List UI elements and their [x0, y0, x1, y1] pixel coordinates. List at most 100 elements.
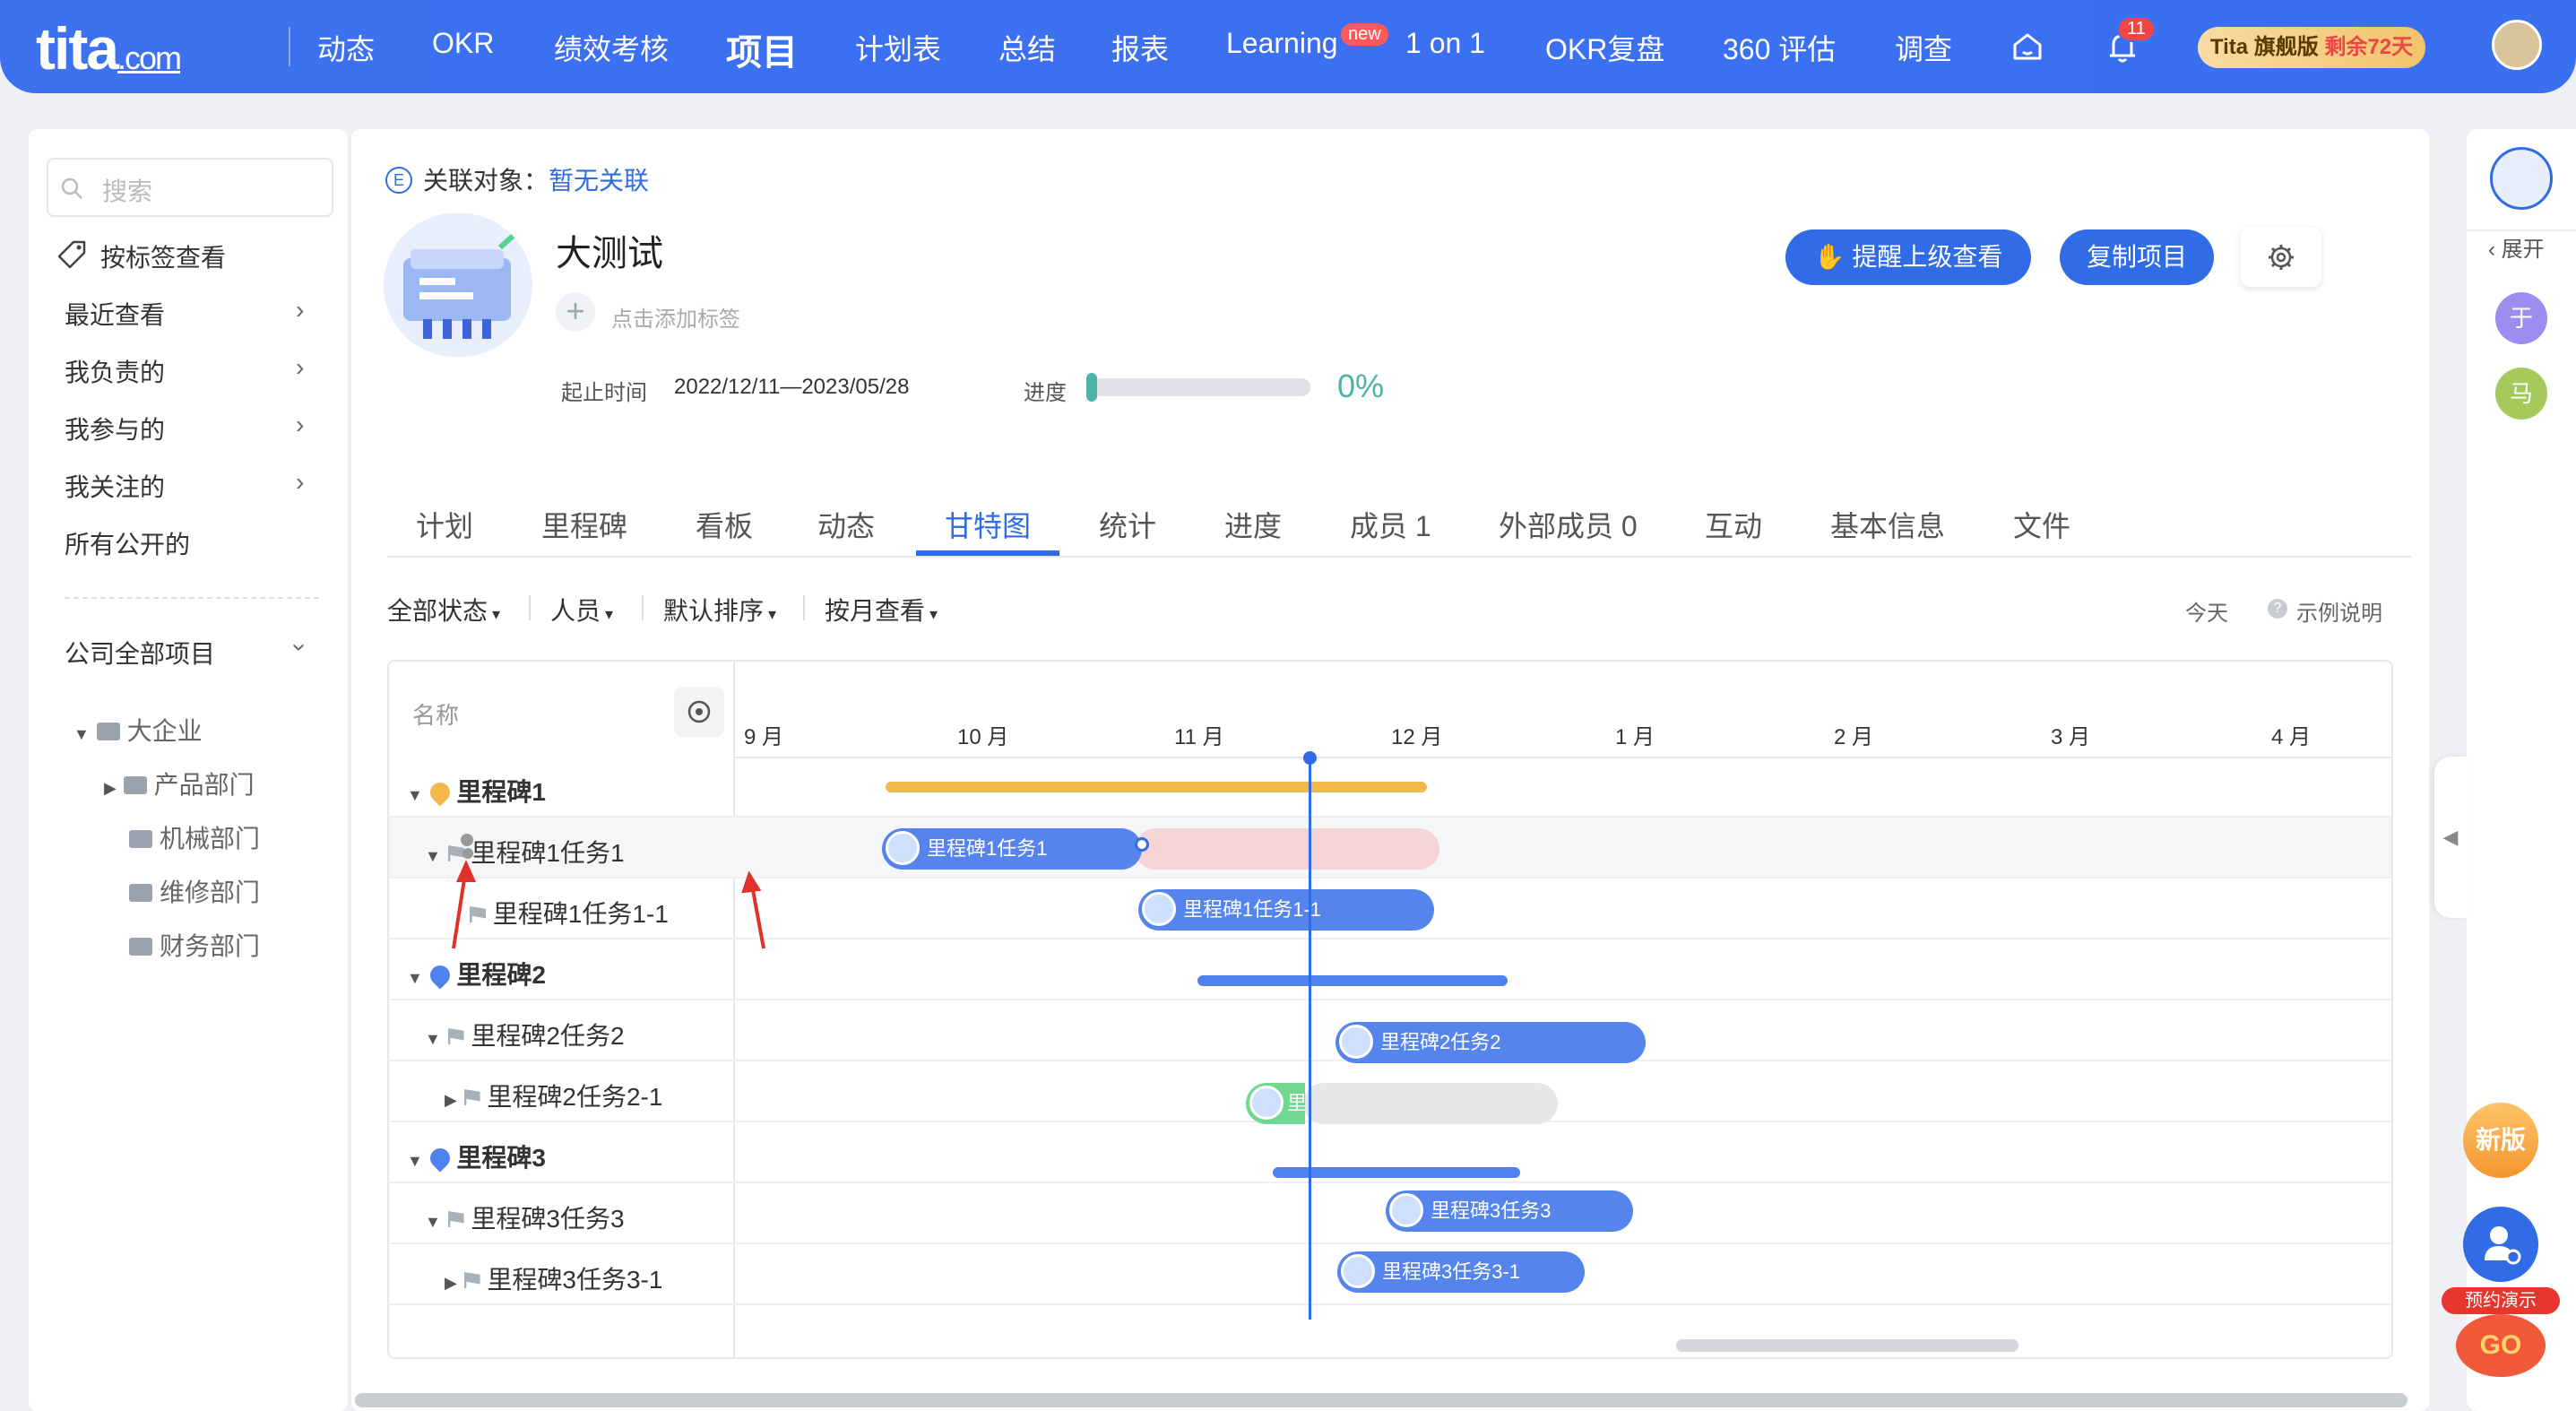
- tab-kanban[interactable]: 看板: [696, 504, 753, 545]
- relation-icon: E: [385, 167, 412, 194]
- chevron-down-icon: ▾: [488, 605, 501, 623]
- nav-okr[interactable]: OKR: [432, 27, 494, 60]
- home-icon[interactable]: [2011, 30, 2044, 63]
- add-tag-label[interactable]: 点击添加标签: [611, 301, 740, 333]
- filter-people[interactable]: 人员 ▾: [550, 592, 613, 628]
- relation-row: 关联对象：暂无关联: [423, 167, 650, 195]
- tree-item-finance[interactable]: 财务部门: [129, 927, 260, 963]
- caret-down-icon: ▼: [73, 725, 90, 743]
- folder-icon: [129, 884, 152, 902]
- folder-icon: [96, 723, 120, 740]
- tab-progress[interactable]: 进度: [1224, 504, 1282, 545]
- tree-item-product[interactable]: ▶ 产品部门: [104, 766, 255, 801]
- today-button[interactable]: 今天: [2185, 595, 2228, 627]
- sidebar-item-recent[interactable]: 最近查看: [65, 296, 165, 332]
- project-title[interactable]: 大测试: [556, 224, 663, 276]
- expand-button[interactable]: ‹ 展开: [2488, 231, 2545, 263]
- annotation-arrows: [452, 848, 765, 949]
- folder-icon: [129, 938, 152, 956]
- go-button[interactable]: GO: [2456, 1314, 2546, 1377]
- remind-superior-button[interactable]: ✋ 提醒上级查看: [1785, 229, 2031, 285]
- search-placeholder: 搜索: [102, 177, 153, 205]
- tab-interaction[interactable]: 互动: [1705, 504, 1762, 545]
- search-icon: [61, 177, 82, 199]
- company-projects[interactable]: 公司全部项目: [65, 635, 215, 671]
- filter-separator: [803, 595, 805, 620]
- clap-icon: ✋: [1813, 243, 1846, 271]
- nav-divider: [289, 27, 290, 66]
- tab-members[interactable]: 成员 1: [1350, 504, 1431, 545]
- chevron-down-icon[interactable]: ›: [286, 643, 315, 651]
- chevron-right-icon: ›: [296, 353, 305, 381]
- legend-button[interactable]: 示例说明: [2296, 595, 2382, 627]
- search-input[interactable]: [47, 158, 333, 217]
- nav-learning[interactable]: Learning: [1226, 27, 1338, 60]
- copy-project-button[interactable]: 复制项目: [2060, 229, 2214, 285]
- tab-files[interactable]: 文件: [2013, 504, 2070, 545]
- chevron-down-icon: ▾: [764, 605, 777, 623]
- chevron-right-icon: ›: [296, 411, 305, 438]
- nav-plan-table[interactable]: 计划表: [855, 27, 941, 68]
- tree-root[interactable]: ▼ 大企业: [73, 712, 203, 748]
- view-by-tag[interactable]: 按标签查看: [100, 238, 226, 274]
- date-label: 起止时间: [561, 381, 647, 405]
- gantt-horizontal-scrollbar[interactable]: [1676, 1339, 2018, 1352]
- tab-external-members[interactable]: 外部成员 0: [1499, 504, 1638, 545]
- sidebar-item-participating[interactable]: 我参与的: [65, 411, 165, 446]
- nav-reports[interactable]: 报表: [1111, 27, 1169, 68]
- tab-statistics[interactable]: 统计: [1099, 504, 1156, 545]
- sidebar-item-public[interactable]: 所有公开的: [65, 525, 190, 561]
- nav-projects[interactable]: 项目: [726, 23, 798, 75]
- tabs-divider: [387, 556, 2411, 558]
- nav-survey[interactable]: 调查: [1895, 27, 1952, 68]
- project-settings-button[interactable]: [2241, 228, 2321, 287]
- relation-link[interactable]: 暂无关联: [549, 167, 649, 195]
- page-horizontal-scrollbar[interactable]: [355, 1393, 2407, 1407]
- filter-separator: [529, 595, 531, 620]
- sidebar-item-owned[interactable]: 我负责的: [65, 353, 165, 389]
- filter-view-month[interactable]: 按月查看 ▾: [825, 592, 938, 628]
- new-version-button[interactable]: 新版: [2463, 1103, 2538, 1178]
- progress-label: 进度: [1024, 381, 1067, 405]
- add-tag-plus-icon[interactable]: +: [556, 292, 595, 332]
- plan-badge[interactable]: Tita 旗舰版 剩余72天: [2198, 27, 2425, 68]
- project-cover-image: [384, 213, 532, 357]
- tab-basic-info[interactable]: 基本信息: [1830, 504, 1945, 545]
- collapse-handle[interactable]: ◀: [2434, 757, 2467, 918]
- gantt-chart: 名称 9 月 10 月 11 月 12 月 1 月 2 月 3 月 4 月 ▼ …: [387, 660, 2393, 1359]
- sidebar-item-following[interactable]: 我关注的: [65, 468, 165, 504]
- nav-performance[interactable]: 绩效考核: [554, 27, 669, 68]
- sidebar-divider: [65, 597, 319, 599]
- nav-dynamics[interactable]: 动态: [317, 27, 375, 68]
- tab-activity[interactable]: 动态: [817, 504, 875, 545]
- help-icon: ?: [2268, 599, 2287, 619]
- filter-separator: [642, 595, 644, 620]
- tab-milestones[interactable]: 里程碑: [541, 504, 627, 545]
- member-avatar[interactable]: 于: [2495, 292, 2547, 344]
- nav-360-review[interactable]: 360 评估: [1723, 27, 1836, 68]
- chevron-right-icon: ›: [296, 468, 305, 496]
- tag-icon: [57, 240, 86, 269]
- project-thumbnail-avatar[interactable]: [2490, 147, 2553, 210]
- user-avatar[interactable]: [2492, 20, 2542, 70]
- notification-count: 11: [2117, 16, 2156, 42]
- tita-logo[interactable]: tita.com: [36, 14, 182, 82]
- book-demo-label[interactable]: 预约演示: [2442, 1287, 2560, 1314]
- active-tab-indicator: [916, 550, 1059, 556]
- tab-gantt[interactable]: 甘特图: [945, 504, 1031, 545]
- chevron-down-icon: ▾: [601, 605, 614, 623]
- filter-status[interactable]: 全部状态 ▾: [387, 592, 500, 628]
- tree-item-maintenance[interactable]: 维修部门: [129, 873, 260, 909]
- filter-sort[interactable]: 默认排序 ▾: [663, 592, 776, 628]
- progress-handle[interactable]: [1086, 373, 1097, 402]
- user-icon: [2485, 1226, 2521, 1265]
- tree-item-mechanical[interactable]: 机械部门: [129, 819, 260, 855]
- member-avatar[interactable]: 马: [2495, 368, 2547, 420]
- nav-summary[interactable]: 总结: [998, 27, 1056, 68]
- nav-1on1[interactable]: 1 on 1: [1405, 27, 1485, 60]
- nav-okr-review[interactable]: OKR复盘: [1545, 27, 1664, 68]
- tab-plan[interactable]: 计划: [416, 504, 473, 545]
- folder-icon: [123, 776, 147, 794]
- contact-support-button[interactable]: [2463, 1207, 2538, 1282]
- folder-icon: [129, 830, 152, 848]
